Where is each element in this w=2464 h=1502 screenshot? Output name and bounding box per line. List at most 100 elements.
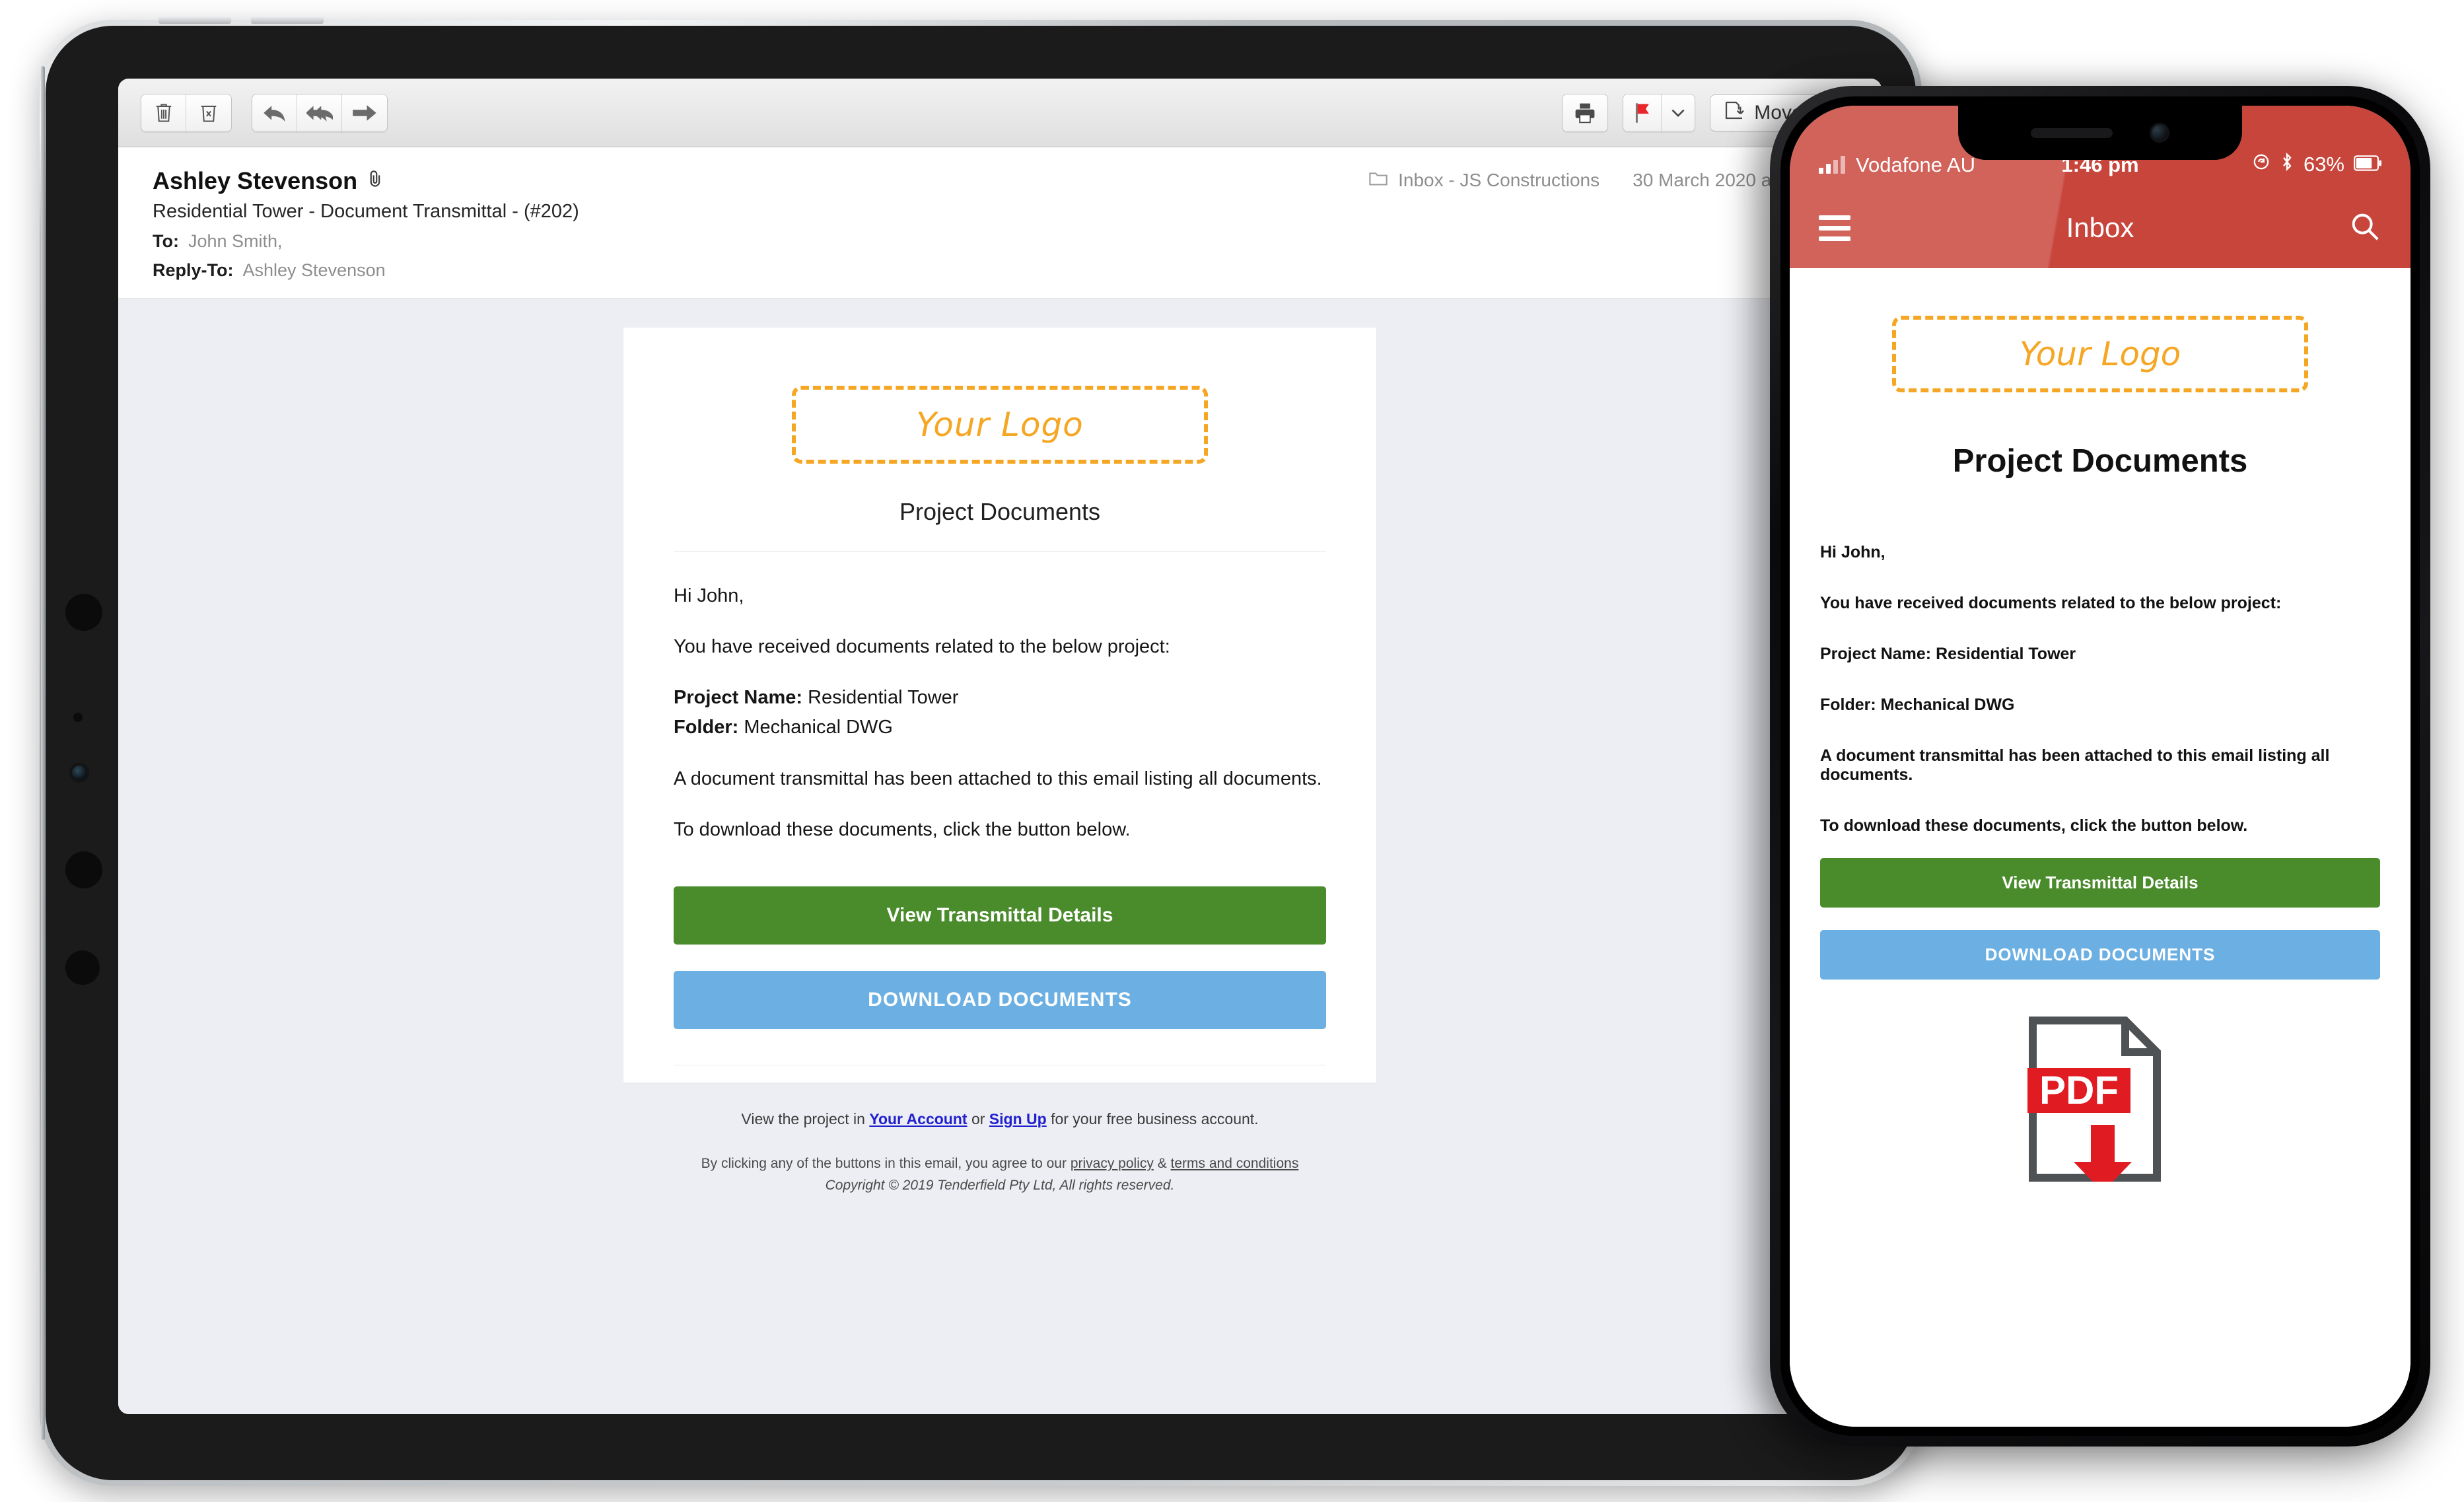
- phone-bezel: Vodafone AU 1:46 pm 63% Inbox Your Logo …: [1780, 96, 2420, 1436]
- tablet-sensor-hole-2: [65, 950, 100, 985]
- tablet-left-edge: [41, 66, 45, 1440]
- phone-screen: Vodafone AU 1:46 pm 63% Inbox Your Logo …: [1790, 106, 2411, 1427]
- view-transmittal-details-button[interactable]: View Transmittal Details: [674, 886, 1326, 945]
- pdf-download-icon[interactable]: PDF: [2025, 1017, 2175, 1192]
- to-row: To: John Smith,: [153, 231, 1855, 252]
- bluetooth-icon: [2280, 152, 2294, 177]
- printer-icon: [1574, 102, 1596, 124]
- logo-placeholder-text: Your Logo: [916, 406, 1084, 444]
- project-name-label: Project Name:: [674, 687, 803, 709]
- email-body-scroll-area[interactable]: Your Logo Project Documents Hi John, You…: [118, 299, 1882, 1414]
- battery-icon: [2353, 153, 2381, 176]
- tablet-mic-hole: [73, 713, 83, 722]
- pdf-attachment-wrap: PDF: [1820, 1017, 2380, 1192]
- download-documents-button[interactable]: DOWNLOAD DOCUMENTS: [674, 970, 1326, 1029]
- svg-text:PDF: PDF: [2039, 1068, 2119, 1112]
- mailbox-folder: Inbox - JS Constructions: [1369, 170, 1600, 191]
- phone-folder-row: Folder: Mechanical DWG: [1820, 696, 2380, 715]
- reply-button-group: [252, 93, 388, 132]
- forward-button[interactable]: [342, 94, 387, 131]
- delete-button-group: [141, 93, 232, 132]
- reply-button[interactable]: [252, 94, 297, 131]
- sign-up-link[interactable]: Sign Up: [989, 1110, 1047, 1127]
- phone-attachment-note-text: A document transmittal has been attached…: [1820, 746, 2330, 784]
- phone-folder-label: Folder:: [1820, 696, 1876, 714]
- phone-download-documents-button[interactable]: DOWNLOAD DOCUMENTS: [1820, 930, 2380, 980]
- footer-line1-post: for your free business account.: [1046, 1110, 1259, 1127]
- move-to-icon: [1724, 100, 1745, 126]
- tablet-speaker-hole: [65, 594, 102, 631]
- phone-email-content[interactable]: Your Logo Project Documents Hi John, You…: [1790, 268, 2411, 1427]
- to-value: John Smith,: [188, 231, 283, 251]
- phone-logo-placeholder-text: Your Logo: [2019, 335, 2181, 373]
- phone-logo-placeholder-box: Your Logo: [1892, 316, 2308, 392]
- title-divider: [674, 551, 1326, 552]
- tablet-device: Move to... Ashley Stevenson Res: [40, 16, 1922, 1486]
- tablet-bezel: Move to... Ashley Stevenson Res: [46, 26, 1916, 1480]
- search-icon[interactable]: [2348, 210, 2381, 246]
- your-account-link[interactable]: Your Account: [869, 1110, 967, 1127]
- reply-all-arrow-icon: [306, 103, 333, 123]
- trash-x-icon: [199, 102, 219, 124]
- folder-value: Mechanical DWG: [738, 717, 893, 738]
- footer-legal-line: By clicking any of the buttons in this e…: [623, 1156, 1376, 1172]
- print-button[interactable]: [1563, 94, 1608, 131]
- reply-all-button[interactable]: [297, 94, 342, 131]
- phone-email-title: Project Documents: [1952, 443, 2248, 479]
- trash-icon: [154, 102, 174, 124]
- project-name-value: Residential Tower: [802, 687, 959, 709]
- flag-button[interactable]: [1623, 94, 1662, 131]
- folder-label: Folder:: [674, 717, 739, 738]
- phone-app-bar: Inbox: [1790, 188, 2411, 268]
- rotation-lock-icon: [2252, 153, 2270, 176]
- phone-download-note-text: To download these documents, click the b…: [1820, 816, 2248, 835]
- earpiece-speaker-icon: [2031, 127, 2113, 138]
- email-subject: Residential Tower - Document Transmittal…: [153, 201, 579, 222]
- paperclip-icon: [367, 167, 384, 195]
- tablet-sensor-hole: [65, 851, 102, 888]
- terms-and-conditions-link[interactable]: terms and conditions: [1171, 1156, 1299, 1171]
- email-footer: View the project in Your Account or Sign…: [623, 1083, 1376, 1194]
- mail-header: Ashley Stevenson Residential Tower - Doc…: [118, 147, 1882, 299]
- folder-icon: [1369, 170, 1388, 191]
- to-label: To:: [153, 231, 179, 251]
- screenshot-stage: Move to... Ashley Stevenson Res: [0, 0, 2464, 1502]
- phone-app-title: Inbox: [2066, 212, 2134, 243]
- delete-button[interactable]: [141, 94, 186, 131]
- mailbox-folder-label: Inbox - JS Constructions: [1398, 170, 1600, 190]
- footer-line1-mid: or: [967, 1110, 989, 1127]
- status-right: 63%: [2252, 152, 2381, 177]
- email-card-title: Project Documents: [899, 498, 1101, 525]
- flag-button-group: [1623, 93, 1696, 132]
- phone-device: Vodafone AU 1:46 pm 63% Inbox Your Logo …: [1770, 86, 2430, 1447]
- download-note-text: To download these documents, click the b…: [674, 818, 1131, 840]
- flag-dropdown-button[interactable]: [1662, 94, 1695, 131]
- project-name-row: Project Name: Residential Tower: [674, 685, 1326, 711]
- tablet-volume-up-button[interactable]: [158, 16, 231, 24]
- forward-arrow-icon: [353, 104, 376, 122]
- phone-project-name-label: Project Name:: [1820, 645, 1932, 663]
- tablet-screen: Move to... Ashley Stevenson Res: [118, 79, 1882, 1414]
- footer-line2-mid: &: [1153, 1155, 1171, 1171]
- front-camera-icon: [2150, 123, 2169, 143]
- phone-intro-text: You have received documents related to t…: [1820, 594, 2282, 612]
- hamburger-menu-icon[interactable]: [1819, 215, 1850, 241]
- folder-row: Folder: Mechanical DWG: [674, 715, 1326, 740]
- footer-account-line: View the project in Your Account or Sign…: [623, 1110, 1376, 1128]
- reply-to-label: Reply-To:: [153, 260, 234, 280]
- greeting-text: Hi John,: [674, 585, 744, 606]
- reply-to-value: Ashley Stevenson: [242, 260, 386, 280]
- tablet-front-camera-icon: [72, 766, 87, 780]
- tablet-volume-down-button[interactable]: [251, 16, 324, 24]
- phone-folder-value: Mechanical DWG: [1876, 696, 2015, 714]
- phone-greeting-text: Hi John,: [1820, 543, 1885, 561]
- footer-line1-pre: View the project in: [741, 1110, 870, 1127]
- battery-percent-label: 63%: [2303, 153, 2344, 176]
- attachment-note-text: A document transmittal has been attached…: [674, 768, 1322, 789]
- logo-placeholder-box: Your Logo: [792, 386, 1208, 464]
- chevron-down-icon: [1671, 108, 1685, 118]
- junk-button[interactable]: [186, 94, 231, 131]
- email-card: Your Logo Project Documents Hi John, You…: [623, 328, 1376, 1083]
- privacy-policy-link[interactable]: privacy policy: [1071, 1156, 1154, 1171]
- phone-view-transmittal-details-button[interactable]: View Transmittal Details: [1820, 858, 2380, 908]
